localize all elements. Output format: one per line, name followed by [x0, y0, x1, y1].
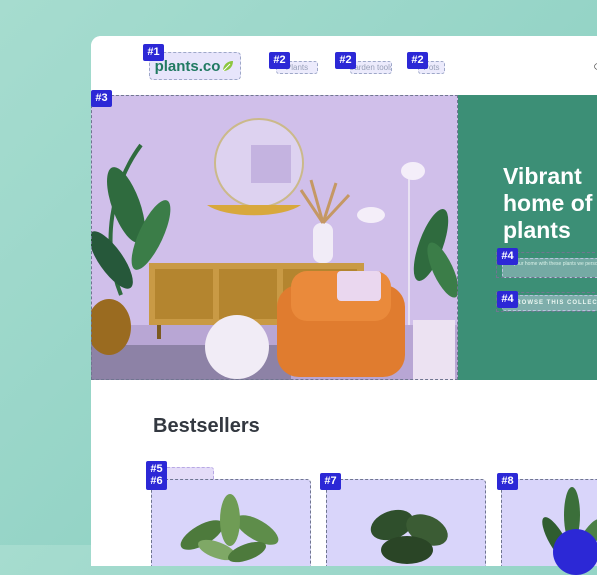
- product-image: [370, 509, 448, 564]
- hero-section: Vibrant home of plants Fill your home wi…: [91, 95, 597, 380]
- marker-hero-description: #4: [497, 248, 518, 265]
- logo-text: plants.co: [154, 57, 221, 75]
- marker-logo: #1: [143, 44, 164, 61]
- marker-hero-image: #3: [91, 90, 112, 107]
- living-room-illustration: [91, 95, 458, 380]
- marker-nav-garden-tools: #2: [335, 52, 356, 69]
- marker-nav-plants: #2: [269, 52, 290, 69]
- product-card[interactable]: [326, 479, 486, 566]
- marker-card-2: #7: [320, 473, 341, 490]
- hero-panel: Vibrant home of plants Fill your home wi…: [458, 95, 597, 380]
- bestsellers-heading: Bestsellers: [153, 415, 260, 437]
- search-icon[interactable]: ○: [593, 58, 597, 75]
- marker-card-3: #8: [497, 473, 518, 490]
- product-card[interactable]: [151, 479, 311, 566]
- chat-button[interactable]: [553, 529, 597, 575]
- nav-link-garden-tools[interactable]: Garden tools: [350, 61, 392, 74]
- hero-image: [91, 95, 458, 380]
- hero-title: Vibrant home of plants: [503, 163, 593, 243]
- product-image: [180, 494, 279, 563]
- leaf-icon: [223, 61, 234, 72]
- marker-hero-cta: #4: [497, 291, 518, 308]
- marker-nav-pots: #2: [407, 52, 428, 69]
- marker-card-1: #6: [146, 473, 167, 490]
